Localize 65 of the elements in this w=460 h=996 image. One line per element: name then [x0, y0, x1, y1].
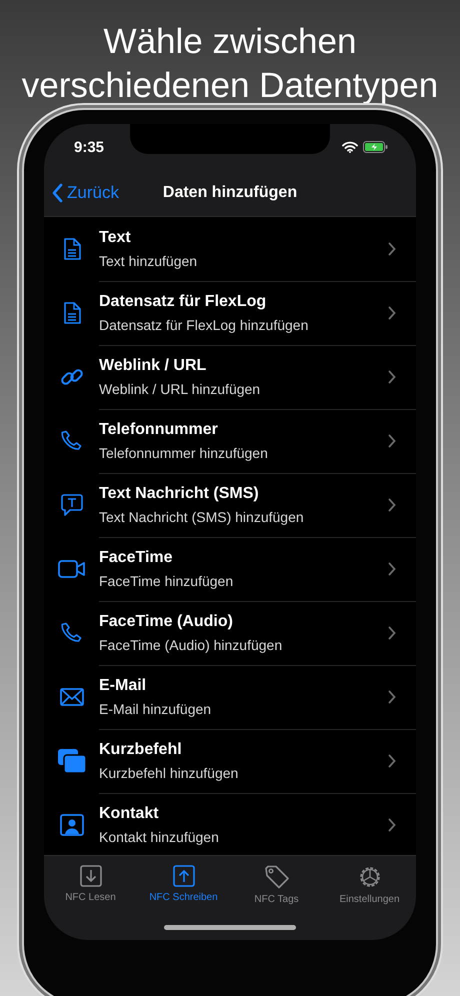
item-subtitle: Text Nachricht (SMS) hinzufügen: [99, 508, 304, 524]
item-subtitle: Text hinzufügen: [99, 252, 198, 268]
list-item[interactable]: E-Mail E-Mail hinzufügen: [44, 665, 416, 729]
chevron-right-icon: [388, 562, 396, 576]
item-subtitle: E-Mail hinzufügen: [99, 700, 212, 716]
tag-icon: [264, 865, 290, 889]
chevron-right-icon: [388, 754, 396, 768]
list-item[interactable]: FaceTime (Audio) FaceTime (Audio) hinzufügen: [44, 601, 416, 665]
item-subtitle: Kurzbefehl hinzufügen: [99, 764, 238, 780]
item-title: Weblink / URL: [99, 356, 206, 374]
chevron-right-icon: [388, 434, 396, 448]
chevron-right-icon: [388, 306, 396, 320]
item-subtitle: FaceTime hinzufügen: [99, 572, 234, 588]
contact-card-icon: [60, 814, 84, 836]
item-title: FaceTime (Audio): [99, 612, 233, 630]
item-title: Telefonnummer: [99, 420, 218, 438]
download-box-icon: [80, 865, 102, 887]
screen-title: Daten hinzufügen: [162, 184, 298, 202]
tab[interactable]: NFC Schreiben: [137, 856, 230, 920]
status-time: 9:35: [74, 138, 104, 156]
tab[interactable]: NFC Tags: [230, 856, 323, 920]
chevron-right-icon: [388, 626, 396, 640]
item-title: E-Mail: [99, 676, 146, 694]
list-item[interactable]: Text Text hinzufügen: [44, 217, 416, 281]
list-item[interactable]: Telefonnummer Telefonnummer hinzufügen: [44, 409, 416, 473]
chevron-right-icon: [388, 242, 396, 256]
chevron-right-icon: [388, 498, 396, 512]
item-title: Kurzbefehl: [99, 740, 182, 758]
chevron-right-icon: [388, 690, 396, 704]
item-subtitle: Weblink / URL hinzufügen: [99, 380, 260, 396]
phone-icon: [60, 430, 82, 452]
stacked-windows-icon: [58, 749, 86, 773]
battery-icon: [363, 141, 388, 153]
upload-box-icon: [172, 865, 194, 887]
list-item[interactable]: Kontakt Kontakt hinzufügen: [44, 793, 416, 855]
item-title: Text: [99, 228, 131, 246]
envelope-icon: [60, 688, 84, 706]
list-item[interactable]: Text Nachricht (SMS) Text Nachricht (SMS) hinzufügen: [44, 473, 416, 537]
item-title: FaceTime: [99, 548, 173, 566]
list-item[interactable]: Weblink / URL Weblink / URL hinzufügen: [44, 345, 416, 409]
item-subtitle: Telefonnummer hinzufügen: [99, 444, 268, 460]
document-icon: [62, 238, 80, 260]
headline-text: verschiedenen Datentypen: [22, 65, 438, 107]
item-subtitle: Kontakt hinzufügen: [99, 829, 219, 845]
chevron-right-icon: [388, 370, 396, 384]
item-subtitle: Datensatz für FlexLog hinzufügen: [99, 316, 308, 332]
list-item[interactable]: Kurzbefehl Kurzbefehl hinzufügen: [44, 729, 416, 793]
back-button[interactable]: Zurück: [44, 183, 119, 203]
tab[interactable]: Einstellungen: [323, 856, 416, 920]
message-icon: [60, 493, 84, 517]
list-item[interactable]: Datensatz für FlexLog Datensatz für FlexLog hinzufügen: [44, 281, 416, 345]
chevron-left-icon: [52, 183, 63, 203]
document-icon: [62, 302, 80, 324]
item-title: Text Nachricht (SMS): [99, 484, 259, 502]
list-item[interactable]: FaceTime FaceTime hinzufügen: [44, 537, 416, 601]
item-title: Kontakt: [99, 805, 159, 823]
wifi-icon: [342, 141, 358, 153]
item-title: Datensatz für FlexLog: [99, 292, 266, 310]
phone-icon: [60, 622, 82, 644]
gear-icon: [358, 865, 382, 889]
headline-text: Wähle zwischen: [104, 21, 356, 63]
chevron-right-icon: [388, 818, 396, 832]
tab[interactable]: NFC Lesen: [44, 856, 137, 920]
item-subtitle: FaceTime (Audio) hinzufügen: [99, 636, 282, 652]
video-camera-icon: [58, 560, 86, 578]
